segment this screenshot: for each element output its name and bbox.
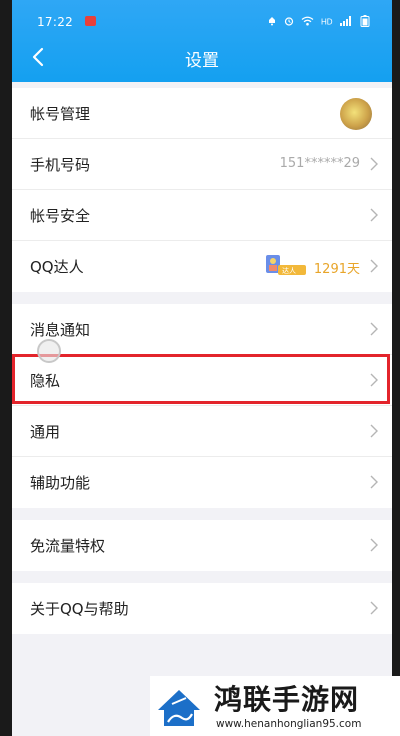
general-item[interactable]: 通用: [12, 406, 392, 457]
app-header: 17:22 HD 设置: [12, 0, 392, 82]
settings-group-data: 免流量特权: [12, 520, 392, 571]
alarm-icon: [284, 17, 294, 26]
accessibility-item[interactable]: 辅助功能: [12, 457, 392, 508]
svg-text:HD: HD: [321, 18, 333, 27]
settings-group-about: 关于QQ与帮助: [12, 583, 392, 634]
list-item-label: 关于QQ与帮助: [30, 600, 129, 618]
watermark-url: www.henanhonglian95.com: [216, 718, 362, 730]
page-title: 设置: [185, 51, 219, 71]
list-item-label: 消息通知: [30, 321, 91, 339]
navigation-bar: 设置: [12, 40, 392, 76]
list-item-label: 帐号安全: [30, 207, 91, 225]
chevron-right-icon: [370, 424, 378, 438]
list-item-label: 辅助功能: [30, 474, 91, 492]
phone-screen: 17:22 HD 设置 帐号管理 手机号码 151******29 帐号安全 Q…: [12, 0, 392, 736]
site-watermark: 鸿联手游网 www.henanhonglian95.com: [150, 676, 400, 736]
watermark-logo: [158, 690, 200, 726]
wifi-icon: [301, 16, 314, 26]
settings-group-general: 消息通知 隐私 通用 辅助功能: [12, 304, 392, 508]
qq-master-days: 1291天: [313, 262, 360, 277]
phone-number-value: 151******29: [279, 156, 360, 171]
account-management-item[interactable]: 帐号管理: [12, 88, 392, 139]
phone-number-item[interactable]: 手机号码 151******29: [12, 139, 392, 190]
status-bar: 17:22 HD: [12, 0, 392, 40]
touch-indicator: [37, 339, 61, 363]
list-item-label: 手机号码: [30, 156, 91, 174]
badge-text: 达人: [282, 266, 296, 275]
status-time: 17:22: [37, 15, 74, 29]
avatar: [340, 98, 372, 130]
free-data-privilege-item[interactable]: 免流量特权: [12, 520, 392, 571]
recording-badge: [85, 16, 96, 26]
chevron-right-icon: [370, 157, 378, 171]
notifications-item[interactable]: 消息通知: [12, 304, 392, 355]
list-item-label: 帐号管理: [30, 105, 91, 123]
chevron-right-icon: [370, 322, 378, 336]
about-help-item[interactable]: 关于QQ与帮助: [12, 583, 392, 634]
battery-icon: [360, 15, 370, 27]
list-item-label: 隐私: [30, 372, 61, 390]
privacy-item[interactable]: 隐私: [12, 355, 392, 406]
chevron-right-icon: [370, 373, 378, 387]
account-security-item[interactable]: 帐号安全: [12, 190, 392, 241]
chevron-right-icon: [370, 475, 378, 489]
chevron-right-icon: [370, 538, 378, 552]
status-icons: HD: [267, 15, 370, 27]
notification-icon: [269, 17, 275, 26]
settings-group-account: 帐号管理 手机号码 151******29 帐号安全 QQ达人 达人 1291天: [12, 88, 392, 292]
signal-icon: [340, 16, 351, 26]
list-item-label: 免流量特权: [30, 537, 106, 555]
qq-master-badge-icon: 达人: [266, 255, 306, 275]
chevron-right-icon: [370, 208, 378, 222]
qq-master-item[interactable]: QQ达人 达人 1291天: [12, 241, 392, 292]
hd-icon: HD: [321, 18, 333, 27]
settings-list: 帐号管理 手机号码 151******29 帐号安全 QQ达人 达人 1291天…: [12, 88, 392, 646]
chevron-right-icon: [370, 259, 378, 273]
watermark-title: 鸿联手游网: [214, 683, 360, 716]
list-item-label: 通用: [30, 423, 61, 441]
list-item-label: QQ达人: [30, 258, 84, 276]
chevron-right-icon: [370, 601, 378, 615]
